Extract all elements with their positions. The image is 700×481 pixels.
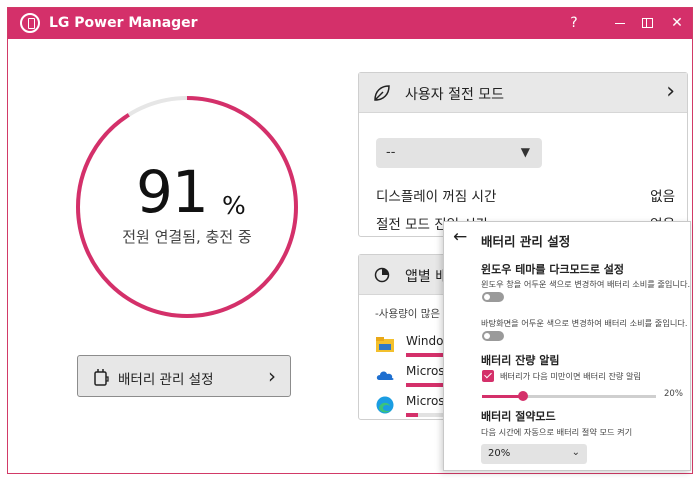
battery-percent-value: 91 bbox=[136, 158, 209, 226]
edge-icon bbox=[376, 396, 394, 414]
minimize-icon bbox=[615, 22, 625, 24]
app-title: LG Power Manager bbox=[49, 15, 198, 31]
low-alert-title: 배터리 잔량 알림 bbox=[481, 354, 560, 367]
maximize-button[interactable] bbox=[636, 13, 658, 33]
close-button[interactable]: ✕ bbox=[666, 13, 688, 33]
power-mode-dropdown[interactable]: -- ▼ bbox=[376, 138, 542, 168]
panel-title: 배터리 관리 설정 bbox=[481, 234, 571, 249]
maximize-icon bbox=[641, 18, 653, 28]
slider-fill bbox=[482, 395, 523, 398]
slider-thumb[interactable] bbox=[517, 391, 528, 401]
title-bar: LG Power Manager ? ✕ bbox=[8, 8, 692, 39]
low-alert-label: 배터리가 다음 미만이면 배터리 잔량 알림 bbox=[500, 371, 642, 381]
display-off-label: 디스플레이 꺼짐 시간 bbox=[376, 189, 497, 205]
minimize-button[interactable] bbox=[609, 13, 631, 33]
saver-desc: 다음 시간에 자동으로 배터리 절약 모드 켜기 bbox=[481, 427, 633, 437]
battery-gauge: 91 % 전원 연결됨, 충전 중 bbox=[74, 94, 300, 320]
saver-title: 배터리 절약모드 bbox=[481, 410, 556, 423]
low-alert-checkbox[interactable] bbox=[482, 370, 494, 382]
low-alert-value: 20% bbox=[664, 389, 683, 399]
battery-settings-panel: ← 배터리 관리 설정 윈도우 테마를 다크모드로 설정 윈도우 창을 어두운 … bbox=[443, 221, 691, 471]
folder-icon bbox=[376, 337, 394, 352]
low-alert-slider[interactable] bbox=[482, 391, 656, 401]
battery-settings-button[interactable]: 배터리 관리 설정 › bbox=[77, 355, 291, 397]
chevron-down-icon: ⌄ bbox=[571, 447, 580, 458]
help-button[interactable]: ? bbox=[563, 13, 585, 33]
power-mode-value: -- bbox=[386, 145, 396, 160]
battery-plug-icon bbox=[94, 369, 109, 386]
chevron-right-icon: › bbox=[268, 364, 276, 388]
app-logo-icon bbox=[20, 13, 40, 33]
battery-settings-label: 배터리 관리 설정 bbox=[118, 372, 214, 388]
leaf-icon bbox=[374, 85, 390, 101]
back-arrow-icon[interactable]: ← bbox=[453, 227, 467, 247]
wallpaper-toggle[interactable] bbox=[482, 331, 504, 341]
power-mode-title: 사용자 절전 모드 bbox=[405, 87, 505, 103]
power-mode-header[interactable]: 사용자 절전 모드 › bbox=[359, 73, 687, 113]
dark-mode-desc: 윈도우 창을 어두운 색으로 변경하여 배터리 소비를 줄입니다. bbox=[481, 279, 691, 289]
chevron-right-icon: › bbox=[666, 79, 675, 104]
power-mode-card: 사용자 절전 모드 › -- ▼ 디스플레이 꺼짐 시간 없음 절전 모드 진입… bbox=[358, 72, 688, 237]
onedrive-icon bbox=[376, 371, 394, 380]
wallpaper-desc: 바탕화면을 어두운 색으로 변경하여 배터리 소비를 줄입니다. bbox=[481, 318, 688, 328]
saver-value: 20% bbox=[488, 448, 511, 459]
app-usage-subtitle: -사용량이 많은 앱 bbox=[375, 308, 454, 320]
display-off-value: 없음 bbox=[650, 189, 675, 205]
pie-chart-icon bbox=[374, 267, 390, 283]
usage-bar-fill bbox=[406, 413, 418, 417]
chevron-down-icon: ▼ bbox=[520, 145, 530, 159]
battery-percent-sign: % bbox=[222, 191, 246, 220]
dark-mode-toggle[interactable] bbox=[482, 292, 504, 302]
dark-mode-title: 윈도우 테마를 다크모드로 설정 bbox=[481, 263, 625, 276]
saver-dropdown[interactable]: 20% ⌄ bbox=[481, 444, 587, 464]
charge-status: 전원 연결됨, 충전 중 bbox=[122, 228, 252, 246]
